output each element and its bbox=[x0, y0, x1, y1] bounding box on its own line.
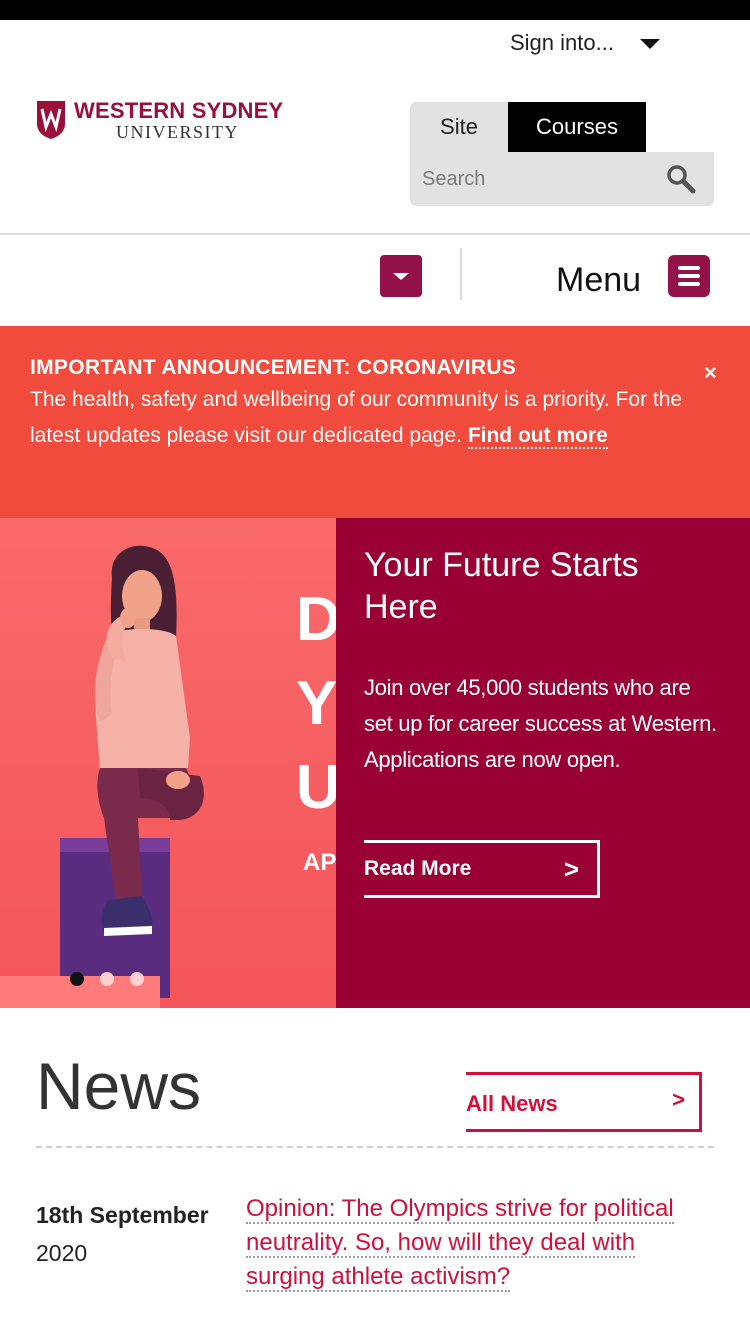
news-date-year: 2020 bbox=[36, 1240, 88, 1266]
hero-text: Join over 45,000 students who are set up… bbox=[364, 675, 717, 772]
sign-into-dropdown[interactable]: Sign into... bbox=[510, 30, 660, 56]
news-item-date: 18th September 2020 bbox=[36, 1196, 209, 1272]
caret-down-icon bbox=[639, 39, 660, 49]
news-headline-text: Opinion: The Olympics strive for politic… bbox=[246, 1195, 674, 1292]
announcement-text: The health, safety and wellbeing of our … bbox=[30, 382, 700, 454]
nav-separator bbox=[460, 248, 462, 300]
hero-title: Your Future Starts Here bbox=[364, 546, 639, 626]
chevron-right-icon: > bbox=[563, 854, 579, 884]
carousel-dot-3[interactable] bbox=[130, 972, 144, 986]
news-item-headline[interactable]: Opinion: The Olympics strive for politic… bbox=[246, 1192, 716, 1294]
hero-letter-d: D bbox=[296, 585, 336, 654]
logo-wordmark-line2: UNIVERSITY bbox=[116, 122, 239, 142]
tab-courses[interactable]: Courses bbox=[508, 102, 646, 152]
search-widget: Site Courses bbox=[410, 102, 714, 206]
search-input[interactable] bbox=[410, 152, 650, 206]
hero-panel: Your Future Starts Here Join over 45,000… bbox=[336, 518, 750, 1008]
status-bar bbox=[0, 0, 750, 20]
news-date-day: 18th September bbox=[36, 1202, 209, 1228]
hamburger-menu-icon[interactable] bbox=[668, 255, 710, 297]
find-out-more-link[interactable]: Find out more bbox=[467, 424, 608, 449]
read-more-button[interactable]: Read More > bbox=[364, 840, 600, 898]
hero-letter-ap: AP bbox=[303, 849, 336, 876]
tab-site[interactable]: Site bbox=[410, 102, 508, 152]
logo-wordmark-line1: WESTERN SYDNEY bbox=[74, 98, 284, 123]
carousel-dots bbox=[70, 972, 160, 986]
hero-carousel: D Y U AP Your Future Starts Here Join ov… bbox=[0, 518, 750, 1008]
hero-student-image: D Y U AP bbox=[0, 518, 336, 1008]
hero-letter-y: Y bbox=[296, 669, 336, 738]
nav-bar: Menu bbox=[0, 235, 750, 326]
chevron-right-icon: > bbox=[672, 1087, 685, 1112]
hero-letter-u: U bbox=[296, 753, 336, 822]
news-divider bbox=[36, 1146, 714, 1148]
news-heading: News bbox=[36, 1049, 202, 1123]
search-icon[interactable] bbox=[666, 164, 696, 194]
announcement-banner: IMPORTANT ANNOUNCEMENT: CORONAVIRUS The … bbox=[0, 326, 750, 518]
carousel-dot-2[interactable] bbox=[100, 972, 114, 986]
shield-logo-icon bbox=[37, 101, 65, 139]
university-logo[interactable]: WESTERN SYDNEY UNIVERSITY bbox=[36, 100, 283, 141]
announcement-title: IMPORTANT ANNOUNCEMENT: CORONAVIRUS bbox=[30, 356, 517, 379]
quick-links-dropdown-button[interactable] bbox=[380, 255, 422, 297]
all-news-button[interactable]: All News > bbox=[466, 1072, 702, 1132]
all-news-label: All News bbox=[466, 1091, 558, 1116]
carousel-dot-1[interactable] bbox=[70, 972, 84, 986]
close-icon[interactable]: × bbox=[704, 360, 717, 386]
sign-into-label: Sign into... bbox=[510, 30, 614, 55]
menu-label[interactable]: Menu bbox=[556, 261, 641, 300]
read-more-label: Read More bbox=[364, 857, 472, 880]
